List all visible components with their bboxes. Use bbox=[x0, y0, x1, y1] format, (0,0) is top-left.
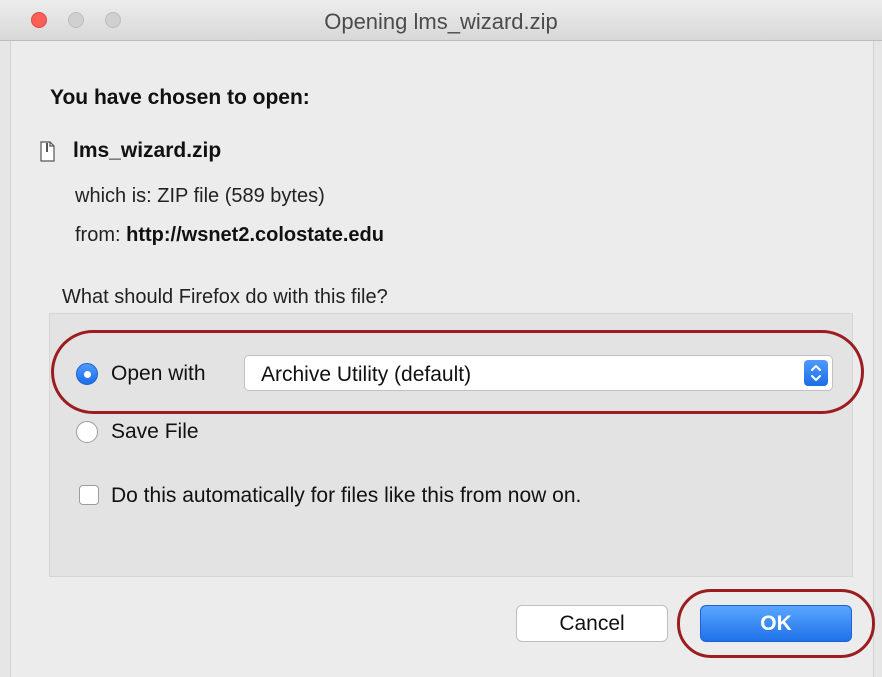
window-left-edge bbox=[0, 40, 11, 677]
download-dialog-window: Opening lms_wizard.zip You have chosen t… bbox=[0, 0, 882, 677]
title-bar: Opening lms_wizard.zip bbox=[0, 0, 882, 41]
file-source-value: http://wsnet2.colostate.edu bbox=[126, 224, 384, 246]
file-type-value: ZIP file (589 bytes) bbox=[157, 185, 325, 207]
file-name: lms_wizard.zip bbox=[73, 139, 222, 162]
open-with-highlight-annotation bbox=[51, 330, 864, 414]
ok-highlight-annotation bbox=[677, 589, 875, 658]
file-source-row: from: http://wsnet2.colostate.edu bbox=[75, 224, 384, 247]
window-title: Opening lms_wizard.zip bbox=[324, 9, 558, 34]
dialog-heading: You have chosen to open: bbox=[50, 86, 310, 109]
save-file-radio[interactable] bbox=[76, 421, 98, 443]
which-is-label: which is: bbox=[75, 185, 152, 207]
cancel-button[interactable]: Cancel bbox=[516, 605, 668, 642]
auto-action-label[interactable]: Do this automatically for files like thi… bbox=[111, 484, 581, 508]
window-right-edge bbox=[873, 40, 882, 677]
file-row: lms_wizard.zip bbox=[40, 138, 221, 164]
action-question: What should Firefox do with this file? bbox=[62, 286, 388, 308]
auto-action-checkbox[interactable] bbox=[79, 485, 99, 505]
save-file-label[interactable]: Save File bbox=[111, 420, 199, 444]
file-icon bbox=[40, 140, 55, 162]
file-type-row: which is: ZIP file (589 bytes) bbox=[75, 185, 325, 208]
from-label: from: bbox=[75, 224, 121, 246]
